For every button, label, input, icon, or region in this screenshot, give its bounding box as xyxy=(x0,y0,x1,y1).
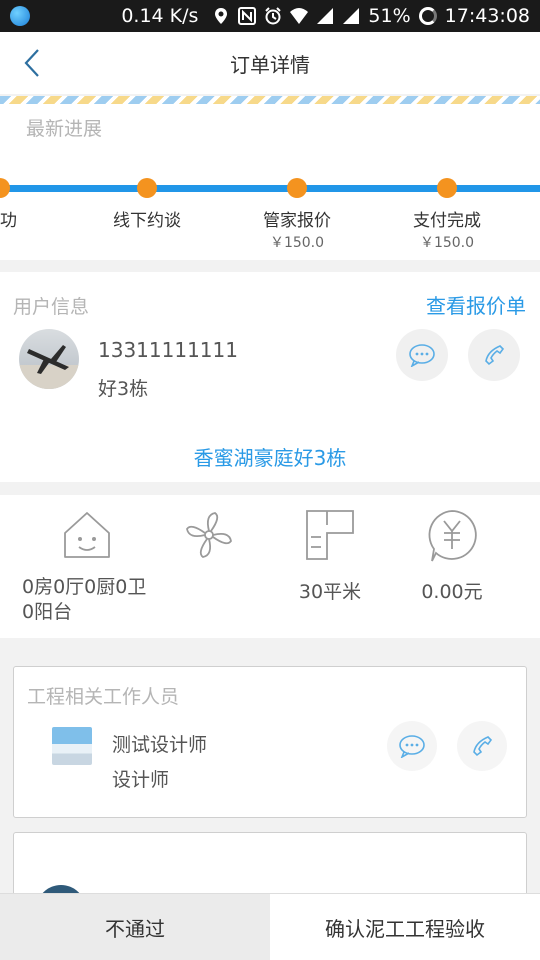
progress-step-price: ￥150.0 xyxy=(269,235,325,251)
avatar xyxy=(19,329,79,389)
view-quote-link[interactable]: 查看报价单 xyxy=(426,290,526,319)
house-stats-section: 0房0厅0厨0卫0阳台 30平米 0.00元 xyxy=(0,495,540,638)
progress-step-label: 线下约谈 xyxy=(113,211,181,231)
chat-bubble-icon xyxy=(409,344,435,367)
progress-section: 最新进展 成功 线下约谈 管家报价 ￥150.0 支付完成 ￥150.0 xyxy=(0,104,540,260)
back-arrow-icon[interactable] xyxy=(18,46,48,80)
location-icon xyxy=(215,8,228,24)
progress-step-label: 管家报价 xyxy=(263,211,331,231)
airplane-icon xyxy=(19,345,79,389)
nfc-icon xyxy=(238,7,257,25)
chat-button[interactable] xyxy=(396,329,448,381)
user-phone: 13311111111 xyxy=(98,338,238,362)
user-address: 好3栋 xyxy=(98,378,149,400)
phone-icon xyxy=(473,736,493,757)
progress-step-label: 支付完成 xyxy=(413,211,481,231)
price-tag-icon xyxy=(428,510,477,562)
alarm-icon xyxy=(265,7,282,25)
staff-name: 测试设计师 xyxy=(112,734,208,756)
progress-dot xyxy=(287,178,307,198)
staff-card-label: 工程相关工作人员 xyxy=(27,686,180,708)
signal-icon-2 xyxy=(343,8,360,24)
price-text: 0.00元 xyxy=(421,581,483,603)
app-notification-icon xyxy=(10,6,30,26)
fan-icon xyxy=(186,512,232,558)
decorative-stripe xyxy=(0,96,540,104)
confirm-acceptance-button[interactable]: 确认泥工工程验收 xyxy=(270,894,540,960)
header: 订单详情 xyxy=(0,32,540,94)
chat-bubble-icon xyxy=(399,735,425,758)
wifi-icon xyxy=(290,8,309,24)
network-speed: 0.14 K/s xyxy=(121,5,199,27)
progress-step-price: ￥150.0 xyxy=(419,235,475,251)
room-layout-text: 0房0厅0厨0卫0阳台 xyxy=(22,576,147,623)
staff-role: 设计师 xyxy=(112,769,170,791)
progress-dot xyxy=(437,178,457,198)
battery-percent: 51% xyxy=(368,5,411,27)
progress-label: 最新进展 xyxy=(26,118,103,140)
status-bar: 0.14 K/s 51% 17:43:08 xyxy=(0,0,540,32)
staff-avatar xyxy=(52,727,92,765)
progress-dot xyxy=(0,178,10,198)
call-button[interactable] xyxy=(468,329,520,381)
signal-icon xyxy=(317,8,334,24)
reject-button[interactable]: 不通过 xyxy=(0,894,270,960)
bottom-action-bar: 不通过 确认泥工工程验收 xyxy=(0,893,540,960)
phone-icon xyxy=(485,345,505,366)
floor-plan-icon xyxy=(306,510,354,560)
progress-dot xyxy=(137,178,157,198)
staff-chat-button[interactable] xyxy=(387,721,437,771)
progress-line xyxy=(0,185,540,192)
battery-icon xyxy=(418,7,437,25)
progress-step-label: 成功 xyxy=(0,211,17,231)
staff-card: 工程相关工作人员 测试设计师 设计师 xyxy=(13,666,527,818)
staff-call-button[interactable] xyxy=(457,721,507,771)
community-link[interactable]: 香蜜湖豪庭好3栋 xyxy=(0,442,540,471)
house-icon xyxy=(64,512,110,558)
clock: 17:43:08 xyxy=(444,5,530,27)
user-info-section: 用户信息 查看报价单 13311111111 好3栋 香蜜湖豪庭好3栋 xyxy=(0,272,540,482)
user-info-label: 用户信息 xyxy=(13,296,90,318)
area-text: 30平米 xyxy=(298,581,362,603)
page-title: 订单详情 xyxy=(230,52,310,77)
